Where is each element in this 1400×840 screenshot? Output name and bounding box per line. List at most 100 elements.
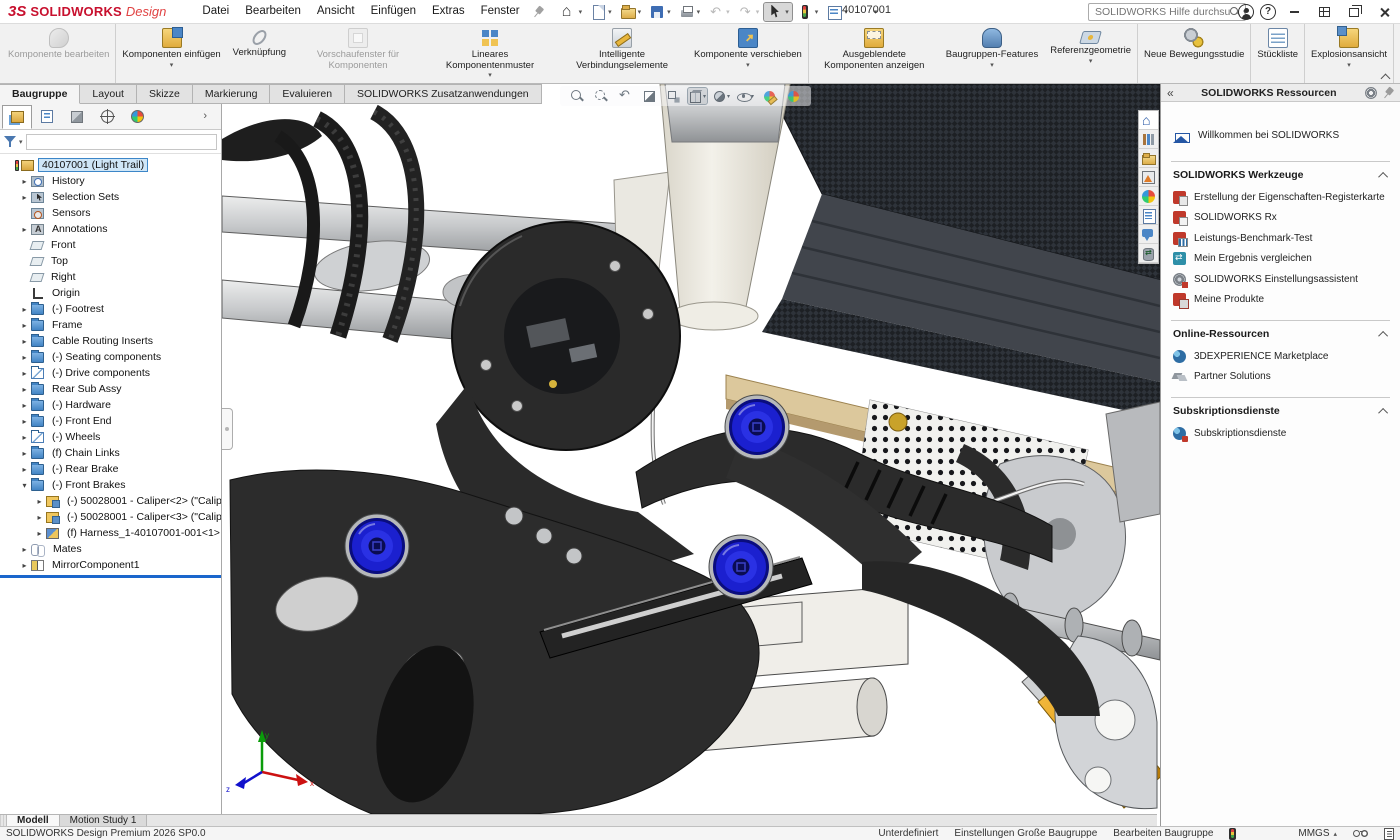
tree-filter-input[interactable] bbox=[26, 134, 217, 150]
minimize-button[interactable] bbox=[1282, 2, 1306, 22]
task-pane-item[interactable]: Erstellung der Eigenschaften-Registerkar… bbox=[1173, 187, 1388, 208]
tree-expander-icon[interactable]: ▸ bbox=[19, 561, 30, 570]
feature-manager-tab[interactable] bbox=[122, 105, 152, 129]
view-tool-button[interactable] bbox=[784, 88, 803, 104]
help-search-input[interactable] bbox=[1089, 6, 1230, 18]
task-pane-tab[interactable] bbox=[1139, 244, 1158, 263]
command-tab[interactable]: Evaluieren bbox=[270, 84, 345, 104]
task-pane-tab[interactable] bbox=[1139, 225, 1158, 244]
collapse-panel-icon[interactable]: « bbox=[1167, 85, 1174, 101]
tree-expander-icon[interactable]: ▾ bbox=[19, 481, 30, 490]
view-tool-button[interactable] bbox=[736, 88, 755, 104]
tree-expander-icon[interactable]: ▸ bbox=[19, 225, 30, 234]
command-tab[interactable]: Markierung bbox=[193, 84, 271, 104]
chevron-up-icon[interactable] bbox=[1378, 330, 1388, 340]
tree-expander-icon[interactable]: ▸ bbox=[19, 401, 30, 410]
menubar-item[interactable]: Fenster bbox=[473, 0, 528, 23]
task-pane-tab[interactable] bbox=[1139, 187, 1158, 206]
view-tool-button[interactable] bbox=[640, 88, 659, 104]
3d-model-canvas[interactable]: x y z bbox=[222, 84, 1160, 814]
tree-item[interactable]: Right bbox=[0, 269, 221, 285]
task-pane-item[interactable]: Partner Solutions bbox=[1173, 367, 1388, 388]
gear-icon[interactable] bbox=[1365, 87, 1377, 99]
chevron-down-icon[interactable]: ▾ bbox=[726, 8, 730, 16]
tree-item[interactable]: ▸ (-) Drive components bbox=[0, 365, 221, 381]
ribbon-button[interactable]: Explosionsansicht ▾ bbox=[1304, 24, 1393, 83]
tree-item[interactable]: ▾ (-) Front Brakes bbox=[0, 477, 221, 493]
tree-item[interactable]: ▸ Annotations bbox=[0, 221, 221, 237]
quick-access-button[interactable]: ▾ bbox=[646, 3, 674, 21]
tree-item-label[interactable]: Sensors bbox=[48, 206, 95, 220]
tree-item-label[interactable]: Cable Routing Inserts bbox=[48, 334, 157, 348]
ribbon-button[interactable]: Vorschaufenster für Komponenten ▾ bbox=[292, 24, 424, 83]
tree-item[interactable]: Origin bbox=[0, 285, 221, 301]
tree-item[interactable]: Front bbox=[0, 237, 221, 253]
graphics-area[interactable]: x y z bbox=[222, 84, 1160, 814]
panel-expand-icon[interactable]: › bbox=[203, 110, 207, 122]
tree-item[interactable]: ▸ MirrorComponent1 bbox=[0, 557, 221, 573]
layout-button[interactable] bbox=[1312, 2, 1336, 22]
task-pane-tab[interactable] bbox=[1139, 130, 1158, 149]
chevron-down-icon[interactable]: ▾ bbox=[756, 8, 760, 16]
tree-expander-icon[interactable]: ▸ bbox=[19, 369, 30, 378]
tree-expander-icon[interactable]: ▸ bbox=[19, 465, 30, 474]
tree-item[interactable]: ▸ History bbox=[0, 173, 221, 189]
tree-item-label[interactable]: Origin bbox=[48, 286, 84, 300]
tree-item[interactable]: ▸ (-) Rear Brake bbox=[0, 461, 221, 477]
quick-access-button[interactable]: ▾ bbox=[587, 3, 615, 21]
close-button[interactable] bbox=[1372, 2, 1396, 22]
tree-item[interactable]: ▸ (f) Chain Links bbox=[0, 445, 221, 461]
help-icon[interactable]: ? bbox=[1260, 4, 1276, 20]
tree-item-label[interactable]: History bbox=[48, 174, 89, 188]
tree-expander-icon[interactable]: ▸ bbox=[19, 385, 30, 394]
quick-access-button[interactable]: ▾ bbox=[764, 3, 792, 21]
glasses-icon[interactable] bbox=[1353, 830, 1368, 838]
menubar-item[interactable]: Datei bbox=[194, 0, 237, 23]
view-tool-button[interactable] bbox=[712, 88, 731, 104]
chevron-down-icon[interactable]: ▾ bbox=[785, 8, 789, 16]
tree-item[interactable]: Top bbox=[0, 253, 221, 269]
chevron-down-icon[interactable]: ▾ bbox=[815, 8, 819, 16]
tree-expander-icon[interactable]: ▸ bbox=[19, 353, 30, 362]
tree-item-label[interactable]: Frame bbox=[48, 318, 86, 332]
quick-access-button[interactable]: ▾ bbox=[617, 3, 645, 21]
tree-item[interactable]: ▸ (-) 50028001 - Caliper<2> ("Caliper") bbox=[0, 493, 221, 509]
quick-access-button[interactable]: ▾ bbox=[676, 3, 704, 21]
chevron-down-icon[interactable]: ▾ bbox=[638, 8, 642, 16]
tree-item-label[interactable]: (-) Footrest bbox=[48, 302, 108, 316]
tree-expander-icon[interactable]: ▸ bbox=[34, 497, 45, 506]
chevron-up-icon[interactable] bbox=[1378, 171, 1388, 181]
ribbon-collapse-icon[interactable] bbox=[1381, 74, 1390, 80]
tree-item-label[interactable]: Top bbox=[47, 254, 72, 268]
feature-manager-tab[interactable] bbox=[92, 105, 122, 129]
ribbon-button[interactable]: Instant3D ▾ bbox=[1393, 24, 1400, 83]
task-pane-tab[interactable] bbox=[1139, 168, 1158, 187]
tree-item-label[interactable]: (-) Hardware bbox=[48, 398, 115, 412]
tree-item-label[interactable]: MirrorComponent1 bbox=[48, 558, 144, 572]
tree-item[interactable]: ▸ Selection Sets bbox=[0, 189, 221, 205]
tree-item[interactable]: ▸ (f) Harness_1-40107001-001<1> ("Cable"… bbox=[0, 525, 221, 541]
welcome-link[interactable]: Willkommen bei SOLIDWORKS bbox=[1173, 128, 1388, 143]
chevron-down-icon[interactable]: ▾ bbox=[667, 8, 671, 16]
feature-manager-tab[interactable] bbox=[62, 105, 92, 129]
menubar-item[interactable]: Ansicht bbox=[309, 0, 363, 23]
quick-access-button[interactable]: ▾ bbox=[558, 3, 586, 21]
tree-item-label[interactable]: (-) Rear Brake bbox=[48, 462, 123, 476]
tree-item[interactable]: 40107001 (Light Trail) bbox=[0, 157, 221, 173]
tree-item-label[interactable]: (-) 50028001 - Caliper<3> ("Caliper") bbox=[63, 510, 221, 524]
view-tool-button[interactable] bbox=[760, 88, 779, 104]
feature-manager-tab[interactable] bbox=[32, 105, 62, 129]
view-tool-button[interactable] bbox=[664, 88, 683, 104]
command-tab[interactable]: Baugruppe bbox=[0, 84, 80, 104]
tree-item-label[interactable]: Rear Sub Assy bbox=[48, 382, 125, 396]
view-tool-button[interactable] bbox=[688, 88, 707, 104]
tree-item-label[interactable]: Right bbox=[47, 270, 80, 284]
ribbon-button[interactable]: Baugruppen-Features ▾ bbox=[940, 24, 1044, 83]
task-pane-item[interactable]: Mein Ergebnis vergleichen bbox=[1173, 249, 1388, 270]
help-search-box[interactable]: ▾ bbox=[1088, 3, 1246, 21]
rollback-bar[interactable] bbox=[0, 575, 221, 578]
tree-item[interactable]: ▸ (-) Seating components bbox=[0, 349, 221, 365]
tree-item-label[interactable]: (-) Wheels bbox=[48, 430, 104, 444]
section-header-tools[interactable]: SOLIDWORKS Werkzeuge bbox=[1173, 162, 1388, 187]
task-pane-item[interactable]: Meine Produkte bbox=[1173, 290, 1388, 311]
